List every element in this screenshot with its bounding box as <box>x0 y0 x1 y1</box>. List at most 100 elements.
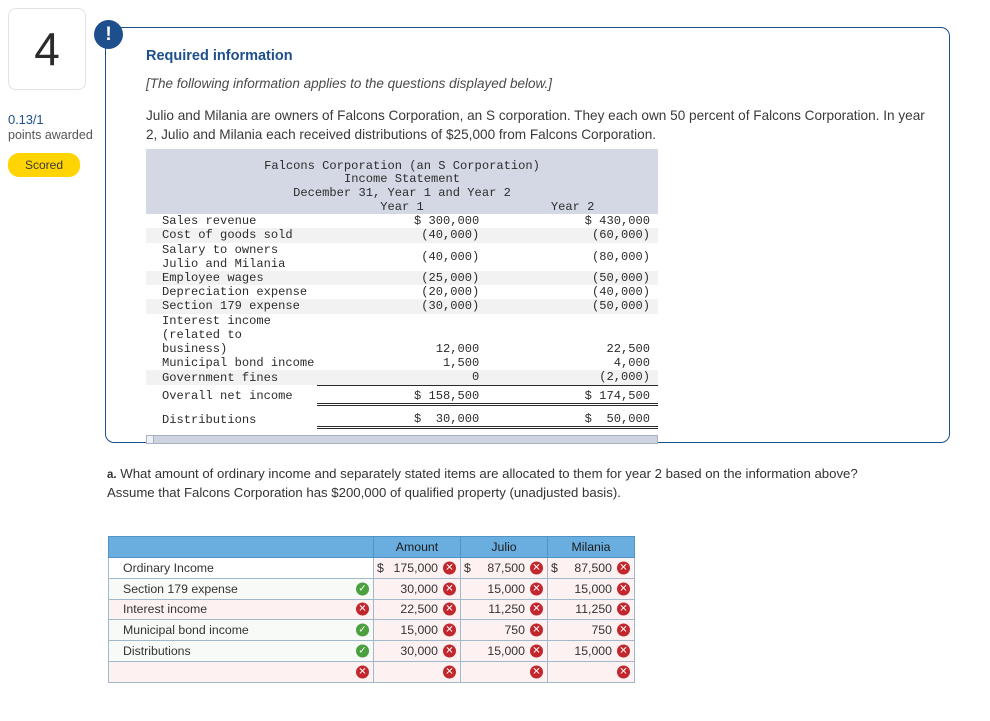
statement-row-year1: 1,500 <box>443 356 480 371</box>
incorrect-icon: ✕ <box>530 623 543 637</box>
answer-cell-value: 15,000 <box>487 644 525 659</box>
statement-col-year1: Year 1 <box>316 200 488 215</box>
answer-cell-amount[interactable]: $ 175,000 ✕ <box>373 557 461 579</box>
answer-cell-amount[interactable]: 30,000 ✕ <box>373 577 461 600</box>
statement-row-label: Depreciation expense <box>162 285 308 300</box>
answer-cell-amount[interactable]: 15,000 ✕ <box>373 619 461 642</box>
answer-cell-milania[interactable]: $ 87,500 ✕ <box>547 557 635 579</box>
statement-horizontal-scrollbar[interactable] <box>146 435 658 445</box>
answer-row-label[interactable]: Interest income ✕ <box>108 598 374 621</box>
incorrect-icon: ✕ <box>530 644 543 658</box>
answer-cell-milania[interactable]: 750 ✕ <box>547 619 635 642</box>
answer-header-amount: Amount <box>373 536 461 558</box>
statement-row: Salary to owners Julio and Milania (40,0… <box>146 243 658 271</box>
statement-row-year1: (20,000) <box>421 285 480 300</box>
dollar-sign: $ <box>551 560 558 575</box>
statement-distributions-row: Distributions $ 30,000 $ 50,000 <box>146 411 658 430</box>
answer-cell-julio[interactable]: $ 87,500 ✕ <box>460 557 548 579</box>
statement-row-year2: (2,000) <box>487 370 658 386</box>
answer-row-label[interactable]: Municipal bond income ✓ <box>108 619 374 642</box>
scrollbar-thumb[interactable] <box>147 436 154 444</box>
answer-cell-amount[interactable]: 30,000 ✕ <box>373 640 461 662</box>
statement-row-year1: (40,000) <box>421 228 480 243</box>
answer-cell-julio[interactable]: 15,000 ✕ <box>460 640 548 662</box>
answer-cell-value: 30,000 <box>400 581 438 596</box>
statement-row-label: Cost of goods sold <box>162 228 293 243</box>
table-row: Interest income ✕ 22,500 ✕ 11,250 ✕ 11,2… <box>108 598 635 621</box>
answer-cell-value: 11,250 <box>575 602 612 617</box>
statement-total-row: Overall net income $ 158,500 $ 174,500 <box>146 388 658 406</box>
statement-row-year1: (30,000) <box>421 299 480 314</box>
answer-cell-julio[interactable]: 15,000 ✕ <box>460 577 548 600</box>
incorrect-icon: ✕ <box>530 602 543 616</box>
table-row: Municipal bond income ✓ 15,000 ✕ 750 ✕ 7… <box>108 619 635 642</box>
answer-header-julio: Julio <box>460 536 548 558</box>
incorrect-icon: ✕ <box>443 561 456 575</box>
statement-row-label: Municipal bond income <box>162 356 315 371</box>
statement-row-year2: (60,000) <box>591 228 650 243</box>
statement-row-label: Salary to owners Julio and Milania <box>162 242 286 271</box>
statement-row-year2: (50,000) <box>591 299 650 314</box>
applies-note: [The following information applies to th… <box>146 76 552 91</box>
statement-title-line2: Income Statement <box>146 172 658 187</box>
answer-cell-value: 87,500 <box>487 560 525 575</box>
incorrect-icon: ✕ <box>617 582 630 596</box>
correct-icon: ✓ <box>356 644 369 658</box>
answer-row-label-text: Section 179 expense <box>123 581 238 596</box>
incorrect-icon: ✕ <box>530 665 543 679</box>
answer-cell-value: 15,000 <box>400 623 438 638</box>
answer-row-label[interactable]: Distributions ✓ <box>108 640 374 662</box>
page-title: Required information <box>146 48 293 64</box>
statement-row-year2: 22,500 <box>606 342 650 357</box>
incorrect-icon: ✕ <box>617 561 630 575</box>
question-prompt: a. What amount of ordinary income and se… <box>107 465 937 502</box>
statement-col-year2: Year 2 <box>487 200 658 215</box>
incorrect-icon: ✕ <box>443 644 456 658</box>
answer-cell-amount[interactable]: 22,500 ✕ <box>373 598 461 621</box>
answer-row-label[interactable]: ✕ <box>108 660 374 683</box>
incorrect-icon: ✕ <box>617 602 630 616</box>
question-rail: 4 0.13/1 points awarded Scored <box>0 0 96 177</box>
statement-row: business) 12,000 22,500 <box>146 342 658 356</box>
statement-row-year2: (50,000) <box>591 271 650 286</box>
statement-title-line3: December 31, Year 1 and Year 2 <box>146 186 658 201</box>
answer-cell-julio[interactable]: 11,250 ✕ <box>460 598 548 621</box>
statement-distributions-year1: $ 30,000 <box>316 411 488 430</box>
answer-cell-milania[interactable]: ✕ <box>547 660 635 683</box>
answer-row-label[interactable]: Ordinary Income <box>108 557 374 579</box>
answer-row-label[interactable]: Section 179 expense ✓ <box>108 577 374 600</box>
answer-cell-milania[interactable]: 11,250 ✕ <box>547 598 635 621</box>
answer-cell-value: 11,250 <box>488 602 525 617</box>
points-awarded-label: points awarded <box>8 128 93 142</box>
statement-row-year2: $ 430,000 <box>584 214 650 229</box>
statement-row-year2: (40,000) <box>591 285 650 300</box>
incorrect-icon: ✕ <box>443 623 456 637</box>
statement-row-year1: (25,000) <box>421 271 480 286</box>
answer-row-label-text: Interest income <box>123 602 208 617</box>
statement-row-year1: 0 <box>316 370 488 386</box>
required-information-panel: Required information [The following info… <box>105 27 950 445</box>
incorrect-icon: ✕ <box>443 582 456 596</box>
incorrect-icon: ✕ <box>617 623 630 637</box>
statement-row-year2: (80,000) <box>591 249 650 264</box>
incorrect-icon: ✕ <box>617 644 630 658</box>
answer-cell-milania[interactable]: 15,000 ✕ <box>547 577 635 600</box>
incorrect-icon: ✕ <box>530 582 543 596</box>
statement-row-year1: (40,000) <box>421 249 480 264</box>
dollar-sign: $ <box>464 560 471 575</box>
answer-cell-julio[interactable]: ✕ <box>460 660 548 683</box>
answer-cell-amount[interactable]: ✕ <box>373 660 461 683</box>
statement-total-year1: $ 158,500 <box>316 388 488 406</box>
answer-cell-value: 15,000 <box>487 581 525 596</box>
answer-cell-julio[interactable]: 750 ✕ <box>460 619 548 642</box>
correct-icon: ✓ <box>356 623 369 637</box>
answer-cell-milania[interactable]: 15,000 ✕ <box>547 640 635 662</box>
statement-total-label: Overall net income <box>162 389 293 404</box>
answer-cell-value: 175,000 <box>393 560 438 575</box>
answer-table-header-row: Amount Julio Milania <box>108 536 635 558</box>
statement-row: Government fines 0 (2,000) <box>146 370 658 386</box>
answer-cell-value: 15,000 <box>574 581 612 596</box>
statement-distributions-label: Distributions <box>162 412 257 427</box>
statement-row-label: Employee wages <box>162 271 264 286</box>
statement-row-year1: 12,000 <box>435 342 480 357</box>
